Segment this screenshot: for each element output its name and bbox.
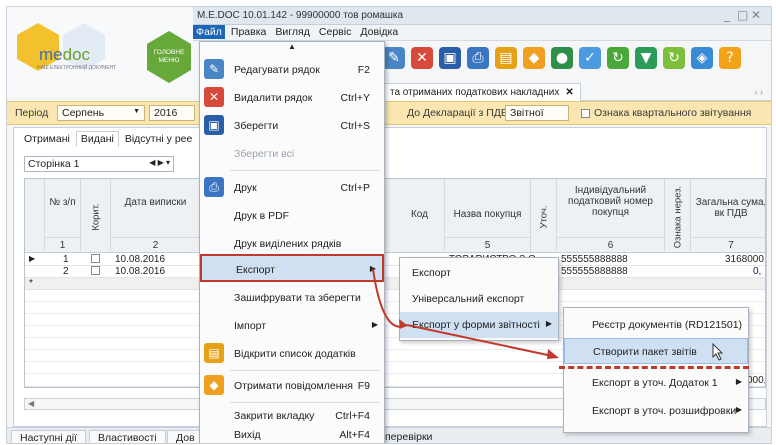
app-window: medoc НАШ ЕЛЕКТРОННИЙ ДОКУМЕНТ ГОЛОВНЕ М…: [6, 6, 772, 444]
mouse-cursor-icon: [712, 343, 724, 361]
annotation-arrow: [372, 268, 559, 359]
